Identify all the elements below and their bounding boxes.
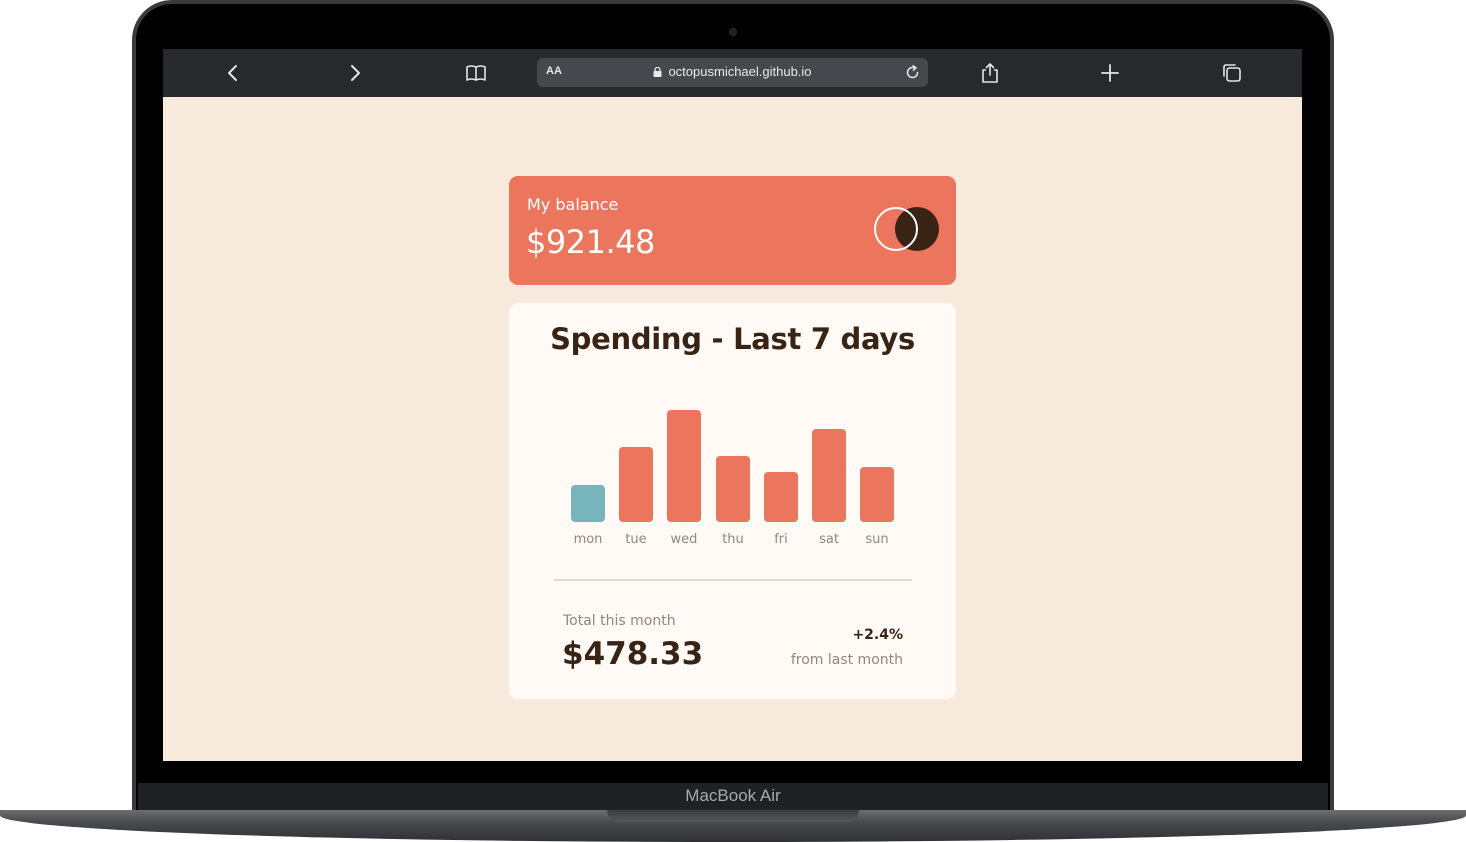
laptop-mockup: AA octopusmichael.github.io My balance $… [0, 0, 1466, 842]
browser-toolbar: AA octopusmichael.github.io [163, 49, 1302, 97]
tabs-icon[interactable] [1221, 62, 1243, 84]
address-bar[interactable]: AA octopusmichael.github.io [537, 58, 928, 87]
brand-logo-icon [874, 207, 939, 251]
bar-label-tue: tue [625, 532, 647, 547]
spending-card: Spending - Last 7 days mon tue wed thu fri sa… [509, 303, 956, 699]
bookmarks-icon[interactable] [465, 62, 487, 84]
share-icon[interactable] [979, 62, 1001, 84]
bar-tue[interactable] [619, 447, 653, 522]
laptop-notch [607, 810, 859, 822]
bar-label-thu: thu [722, 532, 744, 547]
reload-icon[interactable] [904, 64, 921, 81]
change-label: from last month [790, 652, 903, 668]
forward-icon[interactable] [343, 62, 365, 84]
bar-label-wed: wed [670, 532, 698, 547]
device-label: MacBook Air [685, 786, 781, 805]
bar-sun[interactable] [860, 467, 894, 522]
divider [554, 579, 912, 581]
camera-icon [729, 28, 737, 36]
browser-window: AA octopusmichael.github.io My balance $… [163, 49, 1302, 761]
bar-wed[interactable] [667, 410, 701, 522]
total-label: Total this month [563, 613, 676, 629]
bar-mon[interactable] [571, 485, 605, 522]
url-display: octopusmichael.github.io [537, 64, 928, 79]
bar-fri[interactable] [764, 472, 798, 522]
bar-label-sun: sun [865, 532, 889, 547]
bar-label-sat: sat [819, 532, 839, 547]
back-icon[interactable] [223, 62, 245, 84]
bar-sat[interactable] [812, 429, 846, 522]
new-tab-icon[interactable] [1099, 62, 1121, 84]
change-percent: +2.4% [852, 627, 903, 643]
balance-amount: $921.48 [526, 223, 655, 261]
logo-outline-circle [874, 207, 918, 251]
balance-label: My balance [527, 195, 619, 214]
bar-label-fri: fri [774, 532, 788, 547]
bar-thu[interactable] [716, 456, 750, 522]
url-text: octopusmichael.github.io [668, 64, 812, 79]
total-amount: $478.33 [562, 636, 704, 672]
spending-bar-chart: mon tue wed thu fri sat sun [509, 303, 956, 563]
bar-label-mon: mon [573, 532, 603, 547]
balance-card: My balance $921.48 [509, 176, 956, 285]
lock-icon [653, 67, 662, 77]
